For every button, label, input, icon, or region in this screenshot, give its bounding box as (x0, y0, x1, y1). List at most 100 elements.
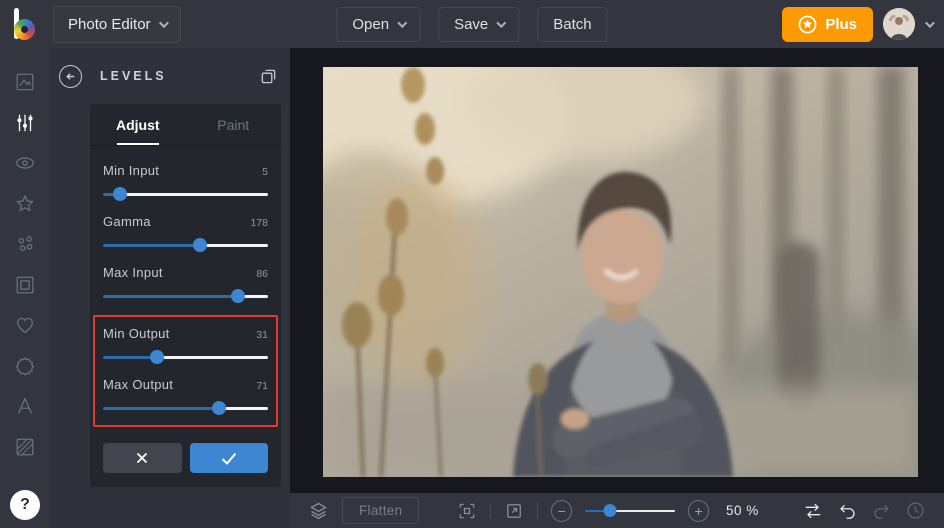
slider-label: Min Input (103, 163, 160, 178)
checkmark-icon (221, 452, 237, 465)
sidebar-item-overlays[interactable] (5, 305, 45, 346)
zoom-out-button[interactable]: − (550, 499, 573, 522)
slider-row-max-input: Max Input 86 (103, 256, 268, 307)
layers-icon (310, 502, 327, 520)
sidebar-item-photo-manager[interactable] (5, 62, 45, 103)
sidebar-item-edit[interactable] (5, 103, 45, 144)
redo-icon (874, 504, 889, 519)
canvas-photo[interactable] (323, 67, 918, 477)
star-circle-icon (798, 15, 817, 33)
slider-row-min-output: Min Output 31 (103, 317, 268, 368)
levels-panel: LEVELS Adjust Paint Min Input 5 Gamma 17… (50, 48, 290, 528)
befunky-logo-icon[interactable] (11, 7, 41, 41)
sidebar-item-effects[interactable] (5, 143, 45, 184)
bottom-toolbar: Flatten − + 50 % (290, 493, 944, 528)
levels-card: Adjust Paint Min Input 5 Gamma 178 Max I… (90, 104, 281, 487)
zoom-in-button[interactable]: + (687, 499, 710, 522)
circles-cluster-icon (18, 236, 33, 252)
gamma-slider[interactable] (103, 238, 268, 252)
copy-icon (261, 69, 276, 83)
heart-icon (17, 318, 33, 334)
slider-row-min-input: Min Input 5 (103, 154, 268, 205)
fit-screen-button[interactable] (457, 501, 477, 521)
help-button[interactable]: ? (10, 490, 40, 520)
slider-label: Gamma (103, 214, 151, 229)
save-button[interactable]: Save (438, 6, 520, 42)
sidebar-item-touch-up[interactable] (5, 184, 45, 225)
zoom-slider[interactable] (585, 503, 676, 518)
main-area: ? LEVELS Adjust Paint Min Input 5 Gamma … (0, 48, 944, 528)
sidebar-item-text[interactable] (5, 386, 45, 427)
tab-paint[interactable]: Paint (186, 104, 282, 145)
avatar-photo (883, 8, 915, 40)
topbar-center-group: Open Save Batch (336, 6, 608, 42)
avatar[interactable] (883, 8, 915, 40)
slider-value: 71 (256, 380, 268, 392)
image-icon (16, 73, 34, 91)
confirm-button-row (103, 443, 268, 473)
account-chevron-down-icon[interactable] (924, 17, 935, 28)
sliders-body: Min Input 5 Gamma 178 Max Input 86 Min O… (90, 146, 281, 427)
fit-screen-icon (459, 503, 475, 518)
layers-button[interactable] (308, 500, 329, 521)
apply-button[interactable] (189, 443, 268, 473)
compare-button[interactable] (802, 501, 824, 521)
open-fullscreen-icon (507, 503, 521, 518)
close-icon (137, 452, 148, 464)
frame-icon (16, 276, 34, 294)
undo-icon (840, 504, 855, 519)
history-clock-icon (907, 502, 924, 519)
sidebar-item-graphics[interactable] (5, 224, 45, 265)
photo-illustration (323, 67, 918, 477)
slider-value: 86 (256, 268, 268, 280)
max-output-slider[interactable] (103, 401, 268, 415)
sliders-icon (17, 114, 33, 131)
chevron-down-icon (496, 17, 507, 28)
toolbar-separator (490, 502, 492, 519)
batch-button[interactable]: Batch (537, 6, 608, 42)
zoom-slider-thumb[interactable] (603, 503, 617, 517)
slider-value: 178 (250, 217, 268, 229)
slider-thumb[interactable] (231, 289, 246, 303)
texture-icon (16, 438, 34, 456)
min-output-slider[interactable] (103, 350, 268, 364)
cancel-button[interactable] (103, 443, 182, 473)
topbar: Photo Editor Open Save Batch Plus (0, 0, 944, 48)
slider-thumb[interactable] (112, 187, 127, 201)
chevron-down-icon (158, 17, 169, 28)
plus-upgrade-button[interactable]: Plus (782, 6, 873, 42)
tool-rail: ? (0, 48, 50, 528)
back-button[interactable] (59, 64, 82, 88)
app-menu-button[interactable]: Photo Editor (53, 5, 181, 43)
eye-icon (16, 157, 34, 169)
undo-button[interactable] (837, 501, 858, 520)
app-menu-label: Photo Editor (68, 15, 151, 33)
slider-thumb[interactable] (193, 238, 208, 252)
arrow-left-icon (66, 72, 75, 80)
max-input-slider[interactable] (103, 289, 268, 303)
slider-thumb[interactable] (150, 350, 165, 364)
slider-thumb[interactable] (211, 401, 226, 415)
sidebar-item-badges[interactable] (5, 346, 45, 387)
sidebar-item-textures[interactable] (5, 427, 45, 468)
star-icon (16, 194, 34, 212)
history-button[interactable] (905, 500, 926, 521)
min-input-slider[interactable] (103, 187, 268, 201)
open-button[interactable]: Open (336, 6, 421, 42)
slider-row-gamma: Gamma 178 (103, 205, 268, 256)
help-label: ? (20, 496, 30, 513)
chevron-down-icon (397, 17, 407, 28)
topbar-right-group: Plus (782, 6, 944, 42)
redo-button[interactable] (871, 501, 892, 520)
tab-adjust[interactable]: Adjust (90, 104, 186, 145)
slider-value: 5 (262, 166, 268, 178)
plus-label: Plus (825, 15, 857, 33)
slider-value: 31 (256, 329, 268, 341)
fullscreen-button[interactable] (504, 501, 524, 521)
sidebar-item-frames[interactable] (5, 265, 45, 306)
duplicate-panel-button[interactable] (260, 68, 277, 85)
flatten-button[interactable]: Flatten (342, 497, 420, 524)
annotation-highlight-box: Min Output 31 Max Output 71 (93, 315, 278, 427)
toolbar-separator (537, 502, 538, 519)
slider-row-max-output: Max Output 71 (103, 368, 268, 419)
